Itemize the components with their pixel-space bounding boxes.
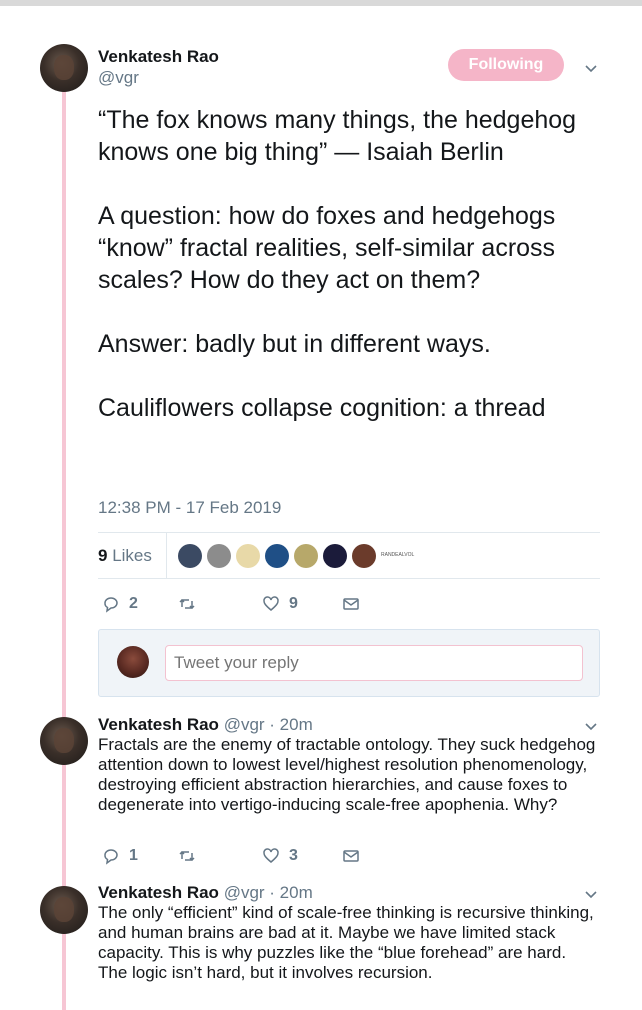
reply-text: The only “efficient” kind of scale-free … (98, 903, 594, 982)
liker-avatar[interactable] (352, 544, 376, 568)
like-count: 9 (289, 595, 298, 612)
retweet-icon (179, 850, 195, 862)
liker-avatar[interactable] (207, 544, 231, 568)
reply-author-avatar[interactable] (40, 886, 88, 934)
retweet-icon (179, 598, 195, 610)
reply-icon (104, 597, 118, 613)
reply-icon (104, 849, 118, 865)
liker-overflow-label[interactable]: RANDEALVOL (381, 552, 414, 558)
tweet-modal: Venkatesh Rao @vgr Following “The fox kn… (0, 0, 642, 1010)
liker-avatar[interactable] (265, 544, 289, 568)
direct-message-button[interactable] (342, 847, 369, 865)
direct-message-button[interactable] (342, 595, 369, 613)
likes-count[interactable]: 9 Likes (98, 546, 152, 566)
reply-count: 1 (129, 847, 138, 864)
chevron-down-icon[interactable] (584, 887, 598, 901)
like-button[interactable]: 9 (262, 595, 298, 613)
liker-avatar[interactable] (323, 544, 347, 568)
retweet-button[interactable] (178, 595, 205, 613)
reply-input[interactable] (165, 645, 583, 681)
tweet-paragraph: A question: how do foxes and hedgehogs “… (98, 202, 556, 294)
liker-avatar[interactable] (178, 544, 202, 568)
divider (166, 533, 167, 578)
tweet-paragraph: Cauliflowers collapse cognition: a threa… (98, 394, 546, 422)
following-button[interactable]: Following (448, 49, 564, 81)
tweet-text: “The fox knows many things, the hedgehog… (98, 104, 608, 424)
chevron-down-icon[interactable] (584, 719, 598, 733)
reply-count: 2 (129, 595, 138, 612)
likes-row: 9 Likes RANDEALVOL (98, 533, 600, 578)
reply-button[interactable]: 1 (102, 847, 138, 865)
reply-author-handle[interactable]: @vgr (224, 715, 265, 734)
divider (98, 578, 600, 579)
like-icon (263, 848, 279, 863)
reply-author-avatar[interactable] (40, 717, 88, 765)
current-user-avatar (117, 646, 149, 678)
reply-composer (98, 629, 600, 697)
reply-text: Fractals are the enemy of tractable onto… (98, 735, 596, 814)
reply-header: Venkatesh Rao @vgr · 20m (98, 883, 313, 903)
reply-button[interactable]: 2 (102, 595, 138, 613)
dm-icon (343, 598, 359, 610)
author-avatar[interactable] (40, 44, 88, 92)
liker-avatar[interactable] (236, 544, 260, 568)
tweet-paragraph: “The fox knows many things, the hedgehog… (98, 106, 577, 166)
author-name[interactable]: Venkatesh Rao (98, 47, 219, 67)
like-icon (263, 596, 279, 611)
reply-time[interactable]: · 20m (269, 883, 312, 902)
reply-author-name[interactable]: Venkatesh Rao (98, 883, 219, 902)
tweet-timestamp[interactable]: 12:38 PM - 17 Feb 2019 (98, 498, 281, 518)
dm-icon (343, 850, 359, 862)
liker-avatar[interactable] (294, 544, 318, 568)
retweet-button[interactable] (178, 847, 205, 865)
tweet-paragraph: Answer: badly but in different ways. (98, 330, 491, 358)
reply-time[interactable]: · 20m (269, 715, 312, 734)
like-count: 3 (289, 847, 298, 864)
reply-header: Venkatesh Rao @vgr · 20m (98, 715, 313, 735)
reply-author-handle[interactable]: @vgr (224, 883, 265, 902)
chevron-down-icon[interactable] (584, 61, 598, 75)
like-button[interactable]: 3 (262, 847, 298, 865)
author-handle[interactable]: @vgr (98, 68, 139, 88)
reply-author-name[interactable]: Venkatesh Rao (98, 715, 219, 734)
thread-line (62, 90, 66, 1010)
